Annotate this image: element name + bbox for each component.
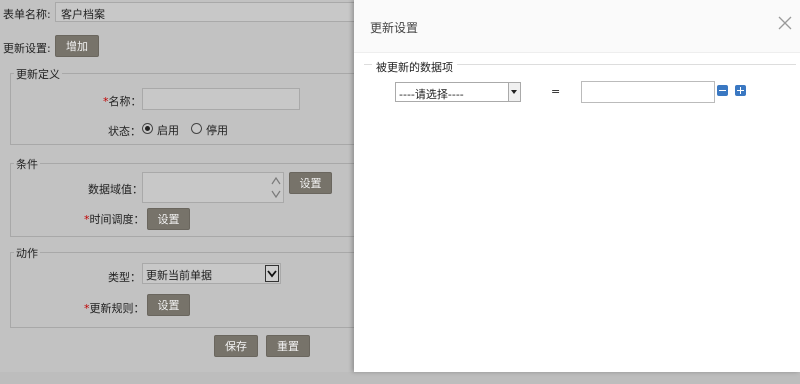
field-select[interactable]: ----请选择---- <box>395 82 521 102</box>
dialog-header: 更新设置 <box>354 0 800 53</box>
status-disable-label: 停用 <box>206 124 228 137</box>
close-icon[interactable] <box>776 14 794 32</box>
data-domain-label: 数据域值： <box>88 183 143 196</box>
status-disable-radio[interactable] <box>191 123 202 134</box>
fieldset-legend: 被更新的数据项 <box>372 59 457 75</box>
action-group-title: 动作 <box>14 245 40 261</box>
add-row-icon[interactable] <box>735 85 746 96</box>
field-select-value: ----请选择---- <box>399 88 464 101</box>
status-label: 状态： <box>108 125 141 138</box>
chevron-down-icon[interactable] <box>265 265 279 282</box>
save-button[interactable]: 保存 <box>214 335 258 357</box>
name-label: *名称： <box>103 95 142 108</box>
reset-button[interactable]: 重置 <box>266 335 310 357</box>
form-name-label: 表单名称: <box>3 8 51 21</box>
data-domain-set-button[interactable]: 设置 <box>289 172 332 194</box>
value-input[interactable] <box>581 81 715 103</box>
type-select[interactable]: 更新当前单据 <box>142 263 281 284</box>
status-enable-radio[interactable] <box>142 123 153 134</box>
updated-items-fieldset <box>364 64 796 384</box>
status-enable-label: 启用 <box>157 124 179 137</box>
add-button[interactable]: 增加 <box>55 35 99 57</box>
name-input[interactable] <box>142 88 300 110</box>
remove-row-icon[interactable] <box>717 85 728 96</box>
time-schedule-set-button[interactable]: 设置 <box>147 208 190 230</box>
data-domain-textarea[interactable] <box>142 172 284 203</box>
form-name-value: 客户档案 <box>61 8 105 21</box>
update-setting-label: 更新设置: <box>3 42 51 55</box>
dialog-title: 更新设置 <box>370 21 419 35</box>
condition-group-title: 条件 <box>14 156 40 172</box>
update-rule-set-button[interactable]: 设置 <box>147 294 190 316</box>
update-settings-dialog: 更新设置 <box>354 0 800 372</box>
chevron-down-icon[interactable] <box>508 83 520 101</box>
definition-group-title: 更新定义 <box>14 66 62 82</box>
type-label: 类型： <box>108 271 141 284</box>
update-rule-label: *更新规则： <box>84 302 145 315</box>
form-name-field: 客户档案 <box>55 2 355 22</box>
type-select-value: 更新当前单据 <box>146 269 212 282</box>
equals-sign: = <box>551 85 561 98</box>
spinner-icon[interactable] <box>271 175 281 200</box>
time-schedule-label: *时间调度： <box>84 213 145 226</box>
